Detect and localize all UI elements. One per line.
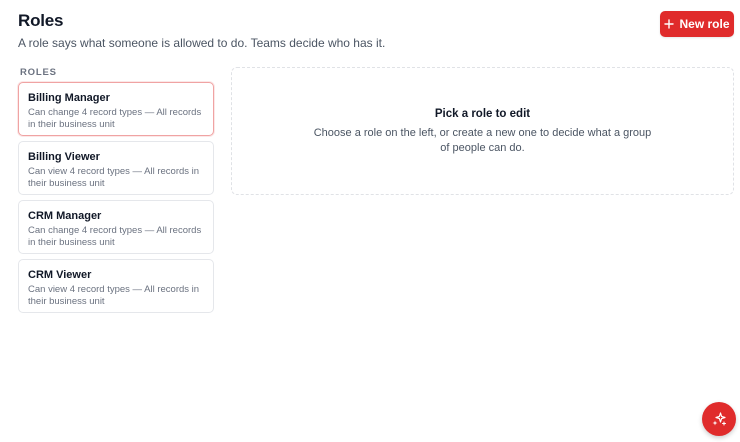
role-card-description: Can view 4 record types — All records in… [28, 166, 200, 189]
role-card-billing-viewer[interactable]: Billing Viewer Can view 4 record types —… [18, 141, 214, 195]
sparkles-icon [712, 412, 727, 426]
page-subtitle: A role says what someone is allowed to d… [18, 36, 386, 50]
role-card-crm-manager[interactable]: CRM Manager Can change 4 record types — … [18, 200, 214, 254]
role-card-description: Can change 4 record types — All records … [28, 225, 202, 248]
role-card-crm-viewer[interactable]: CRM Viewer Can view 4 record types — All… [18, 259, 214, 313]
role-card-description: Can change 4 record types — All records … [28, 107, 202, 130]
role-card-description: Can view 4 record types — All records in… [28, 284, 200, 307]
role-editor-empty-state: Pick a role to edit Choose a role on the… [231, 67, 734, 195]
empty-state-title: Pick a role to edit [434, 108, 531, 120]
role-card-name: Billing Viewer [28, 151, 100, 163]
new-role-button[interactable]: New role [660, 11, 734, 37]
new-role-label: New role [679, 17, 730, 31]
role-card-name: CRM Manager [28, 210, 102, 222]
assistant-button[interactable] [702, 402, 736, 436]
role-card-billing-manager[interactable]: Billing Manager Can change 4 record type… [18, 82, 214, 136]
roles-section-heading: ROLES [20, 67, 57, 78]
role-card-name: Billing Manager [28, 92, 110, 104]
plus-icon [664, 19, 675, 29]
role-card-name: CRM Viewer [28, 269, 92, 281]
roles-page: Roles A role says what someone is allowe… [0, 0, 740, 442]
page-title: Roles [18, 11, 64, 30]
role-list: Billing Manager Can change 4 record type… [18, 82, 214, 318]
empty-state-description: Choose a role on the left, or create a n… [313, 127, 652, 154]
